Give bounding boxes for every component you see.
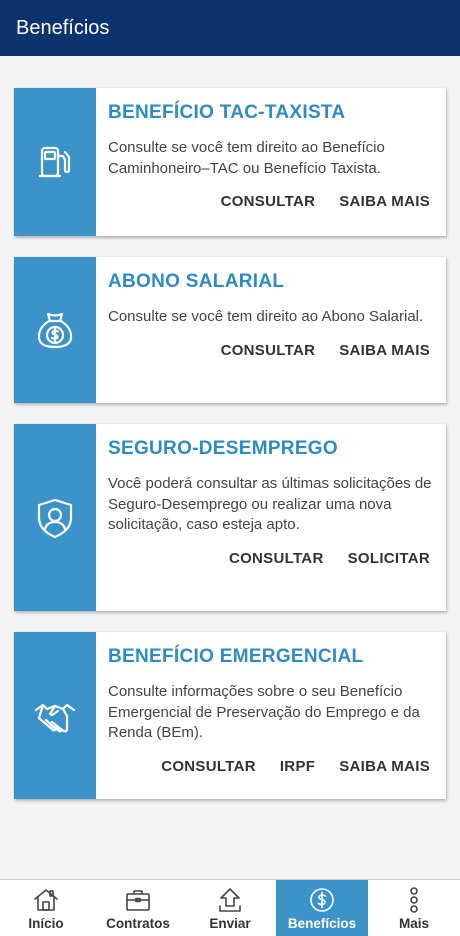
card-beneficio-emergencial: BENEFÍCIO EMERGENCIAL Consulte informaçõ… (14, 632, 446, 799)
nav-label: Início (28, 916, 64, 931)
handshake-icon (34, 703, 76, 732)
card-description: Consulte se você tem direito ao Benefíci… (108, 139, 385, 177)
saiba-mais-button[interactable]: SAIBA MAIS (339, 342, 430, 359)
bottom-nav: Início Contratos Enviar Benefícios Mais (0, 879, 460, 936)
card-description: Consulte se você tem direito ao Abono Sa… (108, 308, 424, 325)
card-side (14, 257, 96, 403)
dollar-circle-icon (310, 888, 334, 912)
card-body: SEGURO-DESEMPREGO Você poderá consultar … (96, 424, 446, 611)
card-actions: CONSULTAR SAIBA MAIS (108, 342, 434, 359)
card-description: Consulte informações sobre o seu Benefíc… (108, 683, 420, 741)
page-title: Benefícios (16, 16, 110, 39)
money-bag-icon (37, 312, 73, 349)
card-title: BENEFÍCIO TAC-TAXISTA (108, 102, 346, 123)
card-abono-salarial: ABONO SALARIAL Consulte se você tem dire… (14, 257, 446, 403)
nav-item-beneficios[interactable]: Benefícios (276, 880, 368, 936)
nav-item-mais[interactable]: Mais (368, 880, 460, 936)
consultar-button[interactable]: CONSULTAR (229, 550, 324, 567)
solicitar-button[interactable]: SOLICITAR (348, 550, 430, 567)
nav-label: Benefícios (287, 916, 357, 931)
card-title: BENEFÍCIO EMERGENCIAL (108, 646, 364, 667)
card-side (14, 632, 96, 799)
consultar-button[interactable]: CONSULTAR (221, 193, 316, 210)
nav-item-enviar[interactable]: Enviar (184, 880, 276, 936)
saiba-mais-button[interactable]: SAIBA MAIS (339, 193, 430, 210)
card-side (14, 424, 96, 611)
card-body: BENEFÍCIO TAC-TAXISTA Consulte se você t… (96, 88, 446, 236)
upload-icon (219, 888, 241, 912)
nav-label: Enviar (209, 916, 251, 931)
consultar-button[interactable]: CONSULTAR (221, 342, 316, 359)
fuel-pump-icon (38, 146, 71, 178)
house-icon (34, 889, 58, 911)
consultar-button[interactable]: CONSULTAR (161, 758, 256, 775)
app-header: Benefícios (0, 0, 460, 56)
saiba-mais-button[interactable]: SAIBA MAIS (339, 758, 430, 775)
more-dots-icon (410, 887, 418, 913)
card-actions: CONSULTAR IRPF SAIBA MAIS (108, 758, 434, 775)
briefcase-icon (126, 890, 150, 911)
card-body: ABONO SALARIAL Consulte se você tem dire… (96, 257, 446, 403)
card-actions: CONSULTAR SAIBA MAIS (108, 193, 434, 210)
card-actions: CONSULTAR SOLICITAR (108, 550, 434, 567)
benefits-list: BENEFÍCIO TAC-TAXISTA Consulte se você t… (0, 56, 460, 799)
card-side (14, 88, 96, 236)
card-tac-taxista: BENEFÍCIO TAC-TAXISTA Consulte se você t… (14, 88, 446, 236)
card-title: SEGURO-DESEMPREGO (108, 438, 338, 459)
nav-item-inicio[interactable]: Início (0, 880, 92, 936)
card-seguro-desemprego: SEGURO-DESEMPREGO Você poderá consultar … (14, 424, 446, 611)
nav-label: Mais (398, 916, 429, 931)
nav-label: Contratos (106, 916, 170, 931)
card-description: Você poderá consultar as últimas solicit… (108, 475, 432, 533)
irpf-button[interactable]: IRPF (280, 758, 315, 775)
nav-item-contratos[interactable]: Contratos (92, 880, 184, 936)
card-title: ABONO SALARIAL (108, 271, 285, 292)
card-body: BENEFÍCIO EMERGENCIAL Consulte informaçõ… (96, 632, 446, 799)
shield-person-icon (37, 498, 73, 538)
